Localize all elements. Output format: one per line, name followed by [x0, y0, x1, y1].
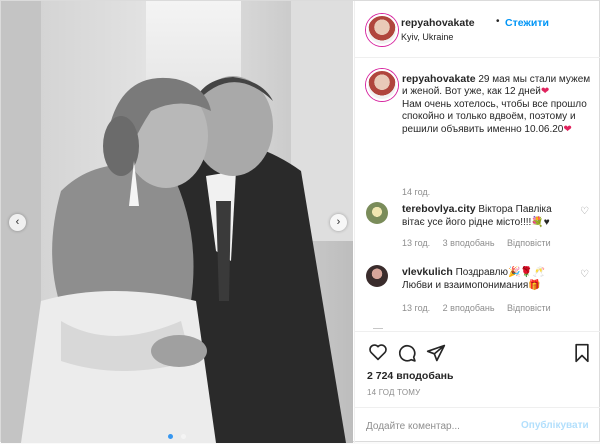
comment-time: 13 год. — [402, 238, 431, 248]
paper-plane-icon[interactable] — [426, 343, 446, 368]
post-header: repyahovakate • Стежити Kyiv, Ukraine — [355, 1, 600, 58]
red-heart-icon: ❤ — [563, 123, 572, 135]
heart-outline-icon[interactable]: ♡ — [580, 206, 589, 217]
carousel-dots — [1, 426, 353, 443]
post-sidebar: repyahovakate • Стежити Kyiv, Ukraine re… — [354, 1, 600, 443]
follow-button[interactable]: Стежити — [505, 17, 549, 29]
reply-button[interactable]: Відповісти — [507, 238, 551, 248]
comment-meta: 13 год. 2 вподобань Відповісти — [402, 303, 561, 313]
comment-username[interactable]: vlevkulich — [402, 266, 453, 278]
avatar[interactable] — [366, 14, 398, 46]
carousel-dot — [181, 434, 187, 439]
comment-likes[interactable]: 3 вподобань — [443, 238, 495, 248]
comment-input[interactable] — [366, 418, 516, 434]
caption-text: repyahovakate 29 мая мы стали мужем и же… — [402, 73, 594, 136]
comment-username[interactable]: terebovlya.city — [402, 203, 476, 215]
add-comment-form: Опублікувати — [355, 407, 600, 444]
publish-button[interactable]: Опублікувати — [521, 420, 589, 431]
comment-meta: 13 год. 3 вподобань Відповісти — [402, 238, 561, 248]
wedding-photo-image — [1, 1, 353, 443]
heart-outline-icon[interactable] — [368, 343, 388, 366]
author-username[interactable]: repyahovakate — [401, 17, 475, 29]
bookmark-icon[interactable] — [573, 343, 591, 368]
comment-text: terebovlya.city Віктора Павліка вітає ус… — [402, 203, 574, 229]
chevron-left-icon[interactable]: ‹ — [9, 214, 26, 231]
likes-count[interactable]: 2 724 вподобань — [367, 370, 453, 382]
posted-time[interactable]: 14 ГОД ТОМУ — [367, 388, 420, 397]
red-heart-icon: ❤ — [540, 86, 550, 98]
post-actions: 2 724 вподобань 14 ГОД ТОМУ Опублікувати — [355, 331, 600, 443]
speech-bubble-icon[interactable] — [397, 343, 417, 368]
caption-username[interactable]: repyahovakate — [402, 73, 476, 85]
avatar[interactable] — [366, 202, 388, 224]
avatar[interactable] — [366, 265, 388, 287]
comment-text: vlevkulich Поздравлю🎉🌹🥂 Любви и взаимопо… — [402, 266, 574, 292]
separator-dot: • — [496, 16, 500, 27]
instagram-post: ‹ › repyahovakate • Стежити Kyiv, Ukrain… — [0, 0, 600, 443]
carousel-dot-active — [167, 434, 173, 439]
comment-time: 13 год. — [402, 303, 431, 313]
comment-likes[interactable]: 2 вподобань — [443, 303, 495, 313]
post-photo[interactable]: ‹ › — [1, 1, 353, 443]
caption-time[interactable]: 14 год. — [402, 187, 430, 197]
chevron-right-icon[interactable]: › — [330, 214, 347, 231]
caption-line-2: Нам очень хотелось, чтобы все прошло спо… — [402, 98, 587, 135]
reply-button[interactable]: Відповісти — [507, 303, 551, 313]
location-link[interactable]: Kyiv, Ukraine — [401, 32, 453, 42]
heart-outline-icon[interactable]: ♡ — [580, 269, 589, 280]
avatar[interactable] — [366, 69, 398, 101]
comments-list[interactable]: repyahovakate 29 мая мы стали мужем и же… — [355, 58, 600, 331]
